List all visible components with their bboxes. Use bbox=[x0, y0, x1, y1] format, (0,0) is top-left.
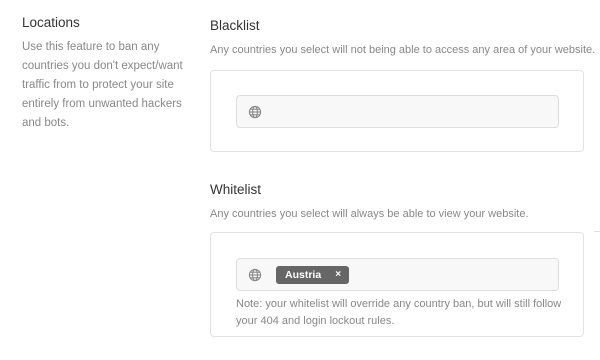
blacklist-country-select[interactable] bbox=[236, 95, 559, 128]
whitelist-card: Austria × Note: your whitelist will over… bbox=[210, 232, 584, 337]
section-description: Use this feature to ban any countries yo… bbox=[22, 41, 183, 129]
locations-section: Locations Use this feature to ban any co… bbox=[22, 14, 192, 133]
remove-tag-icon[interactable]: × bbox=[335, 269, 341, 280]
globe-icon bbox=[248, 268, 262, 282]
divider bbox=[594, 231, 600, 232]
whitelist-title: Whitelist bbox=[210, 182, 262, 197]
blacklist-title: Blacklist bbox=[210, 18, 260, 33]
blacklist-card bbox=[210, 70, 584, 152]
globe-icon bbox=[248, 105, 262, 119]
whitelist-description: Any countries you select will always be … bbox=[210, 208, 529, 220]
blacklist-description: Any countries you select will not being … bbox=[210, 44, 596, 56]
section-title: Locations bbox=[22, 15, 80, 30]
country-tag-austria: Austria × bbox=[276, 265, 350, 284]
whitelist-note: Note: your whitelist will override any c… bbox=[236, 298, 562, 327]
country-tag-label: Austria bbox=[285, 268, 322, 281]
whitelist-country-select[interactable]: Austria × bbox=[236, 258, 559, 291]
